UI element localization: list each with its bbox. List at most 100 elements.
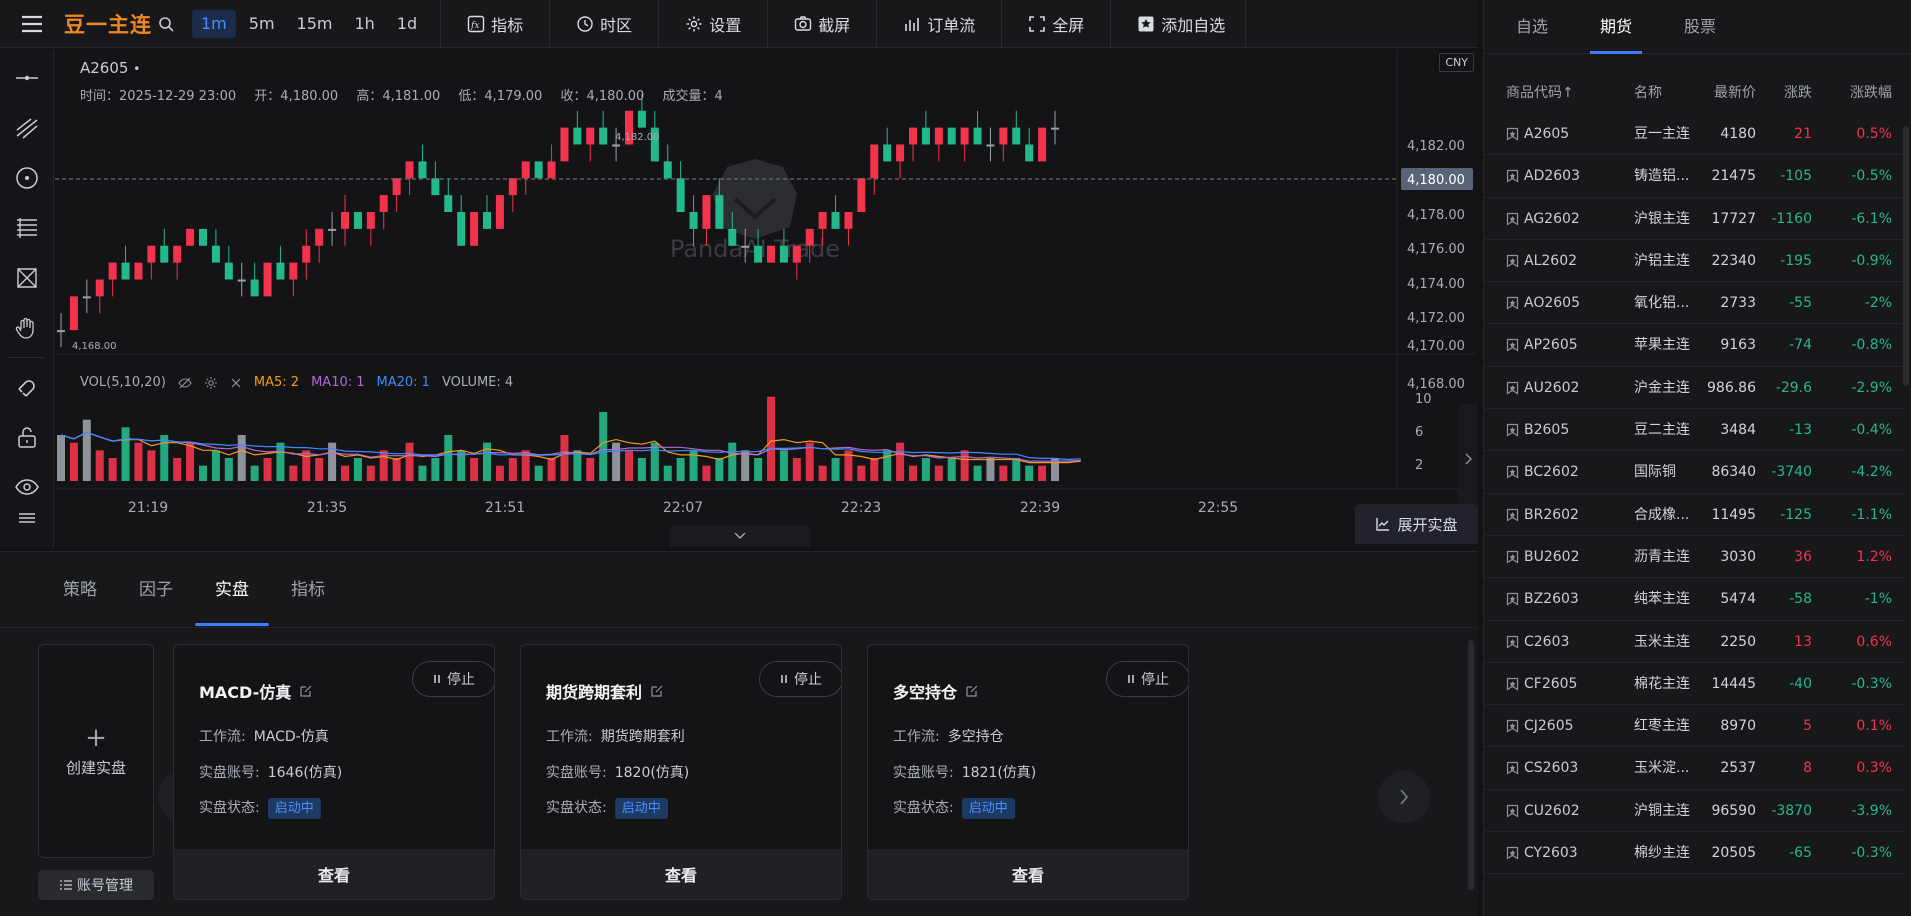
watchlist-row[interactable]: AP2605 苹果主连 9163 -74 -0.8% <box>1484 324 1904 367</box>
view-button[interactable]: 查看 <box>521 849 841 899</box>
bookmark-icon[interactable] <box>1506 550 1519 564</box>
view-button[interactable]: 查看 <box>868 849 1188 899</box>
symbol-title[interactable]: 豆一主连 <box>64 9 152 39</box>
create-live-card[interactable]: + 创建实盘 <box>38 644 154 858</box>
watchlist-row[interactable]: CU2602 沪铜主连 96590 -3870 -3.9% <box>1484 790 1904 833</box>
watchlist-row[interactable]: BR2602 合成橡... 11495 -125 -1.1% <box>1484 494 1904 536</box>
account-management-button[interactable]: 账号管理 <box>38 870 154 900</box>
header-name[interactable]: 名称 <box>1634 82 1662 102</box>
bookmark-icon[interactable] <box>1506 381 1519 395</box>
bookmark-icon[interactable] <box>1506 169 1519 183</box>
collapse-panel-tab[interactable] <box>670 525 810 547</box>
visibility-tool[interactable] <box>0 462 54 512</box>
kline-chart[interactable]: PandaAI Trade 4,182.00 4,178.00 4,176.00… <box>55 49 1478 547</box>
header-pct[interactable]: 涨跌幅 <box>1850 82 1892 102</box>
watchlist-row[interactable]: CS2603 玉米淀... 2537 8 0.3% <box>1484 747 1904 790</box>
watchlist-row[interactable]: AG2602 沪银主连 17727 -1160 -6.1% <box>1484 198 1904 240</box>
horizontal-line-tool[interactable] <box>0 53 54 103</box>
watchlist-row[interactable]: BC2602 国际铜 86340 -3740 -4.2% <box>1484 451 1904 494</box>
period-1h[interactable]: 1h <box>345 10 383 38</box>
edit-icon[interactable] <box>965 684 979 698</box>
row-price: 2733 <box>1720 295 1756 312</box>
candle-body <box>896 144 905 162</box>
edit-icon[interactable] <box>650 684 664 698</box>
period-15m[interactable]: 15m <box>288 10 342 38</box>
period-1m[interactable]: 1m <box>192 9 236 38</box>
period-5m[interactable]: 5m <box>240 10 284 38</box>
header-change[interactable]: 涨跌 <box>1784 82 1812 102</box>
indicator-button[interactable]: fx 指标 <box>441 0 551 48</box>
bookmark-icon[interactable] <box>1506 804 1519 818</box>
bookmark-icon[interactable] <box>1506 719 1519 733</box>
carousel-next-button[interactable] <box>1378 771 1430 823</box>
lock-tool[interactable] <box>0 412 54 462</box>
tab-strategy[interactable]: 策略 <box>63 552 97 628</box>
bookmark-icon[interactable] <box>1506 635 1519 649</box>
header-code[interactable]: 商品代码↑ <box>1506 82 1574 102</box>
bookmark-icon[interactable] <box>1506 592 1519 606</box>
watchlist-row[interactable]: AL2602 沪铝主连 22340 -195 -0.9% <box>1484 240 1904 283</box>
stop-button[interactable]: 停止 <box>412 661 494 697</box>
edit-icon[interactable] <box>299 684 313 698</box>
bookmark-icon[interactable] <box>1506 296 1519 310</box>
close-icon[interactable] <box>230 377 242 389</box>
tab-factor[interactable]: 因子 <box>139 552 173 628</box>
gear-icon[interactable] <box>204 376 218 390</box>
watchlist-row[interactable]: AU2602 沪金主连 986.86 -29.6 -2.9% <box>1484 367 1904 410</box>
watchlist-row[interactable]: CJ2605 红枣主连 8970 5 0.1% <box>1484 705 1904 748</box>
bookmark-icon[interactable] <box>1506 761 1519 776</box>
chart-side-toggle[interactable] <box>1458 404 1478 514</box>
search-icon[interactable] <box>158 16 174 32</box>
watchlist-scrollbar[interactable] <box>1903 126 1909 386</box>
pattern-tool[interactable] <box>0 253 54 303</box>
watchlist-row[interactable]: A2605 豆一主连 4180 21 0.5% <box>1484 113 1904 156</box>
bottom-scrollbar[interactable] <box>1468 640 1474 890</box>
more-tools[interactable] <box>0 512 54 532</box>
watchlist-row[interactable]: AO2605 氧化铝... 2733 -55 -2% <box>1484 282 1904 325</box>
tab-indicator[interactable]: 指标 <box>291 552 325 628</box>
watchlist-row[interactable]: BU2602 沥青主连 3030 36 1.2% <box>1484 536 1904 579</box>
fib-tool[interactable] <box>0 203 54 253</box>
fullscreen-button[interactable]: 全屏 <box>1002 0 1112 48</box>
kline-canvas[interactable]: PandaAI Trade 4,182.00 4,178.00 4,176.00… <box>55 49 1475 547</box>
add-watch-button[interactable]: 添加自选 <box>1111 0 1247 48</box>
stop-button[interactable]: 停止 <box>1106 661 1188 697</box>
watchlist-row[interactable]: C2603 玉米主连 2250 13 0.6% <box>1484 621 1904 663</box>
eye-off-icon[interactable] <box>178 376 192 390</box>
tab-futures[interactable]: 期货 <box>1590 0 1643 54</box>
bookmark-icon[interactable] <box>1506 423 1519 437</box>
header-price[interactable]: 最新价 <box>1714 82 1756 102</box>
orderflow-button[interactable]: 订单流 <box>877 0 1003 48</box>
bookmark-icon[interactable] <box>1506 212 1519 226</box>
trend-line-tool[interactable] <box>0 103 54 153</box>
bookmark-icon[interactable] <box>1506 508 1519 522</box>
tab-favorites[interactable]: 自选 <box>1516 0 1548 54</box>
watchlist-row[interactable]: CF2605 棉花主连 14445 -40 -0.3% <box>1484 663 1904 706</box>
hand-tool[interactable] <box>0 303 54 353</box>
expand-live-button[interactable]: 展开实盘 <box>1355 504 1478 544</box>
watchlist-row[interactable]: B2605 豆二主连 3484 -13 -0.4% <box>1484 409 1904 452</box>
bookmark-icon[interactable] <box>1506 677 1519 691</box>
vol-tick: 6 <box>1415 425 1423 440</box>
menu-button[interactable] <box>0 0 64 48</box>
bookmark-icon[interactable] <box>1506 254 1519 268</box>
watchlist-row[interactable]: AD2603 铸造铝... 21475 -105 -0.5% <box>1484 155 1904 198</box>
circle-tool[interactable] <box>0 153 54 203</box>
tab-live[interactable]: 实盘 <box>195 552 269 628</box>
candle <box>947 127 956 145</box>
settings-button[interactable]: 设置 <box>659 0 769 48</box>
timezone-button[interactable]: 时区 <box>550 0 660 48</box>
bookmark-icon[interactable] <box>1506 338 1519 353</box>
magnet-tool[interactable] <box>0 362 54 412</box>
bookmark-icon[interactable] <box>1506 465 1519 479</box>
watchlist-row[interactable]: CY2603 棉纱主连 20505 -65 -0.3% <box>1484 832 1904 875</box>
tab-stocks[interactable]: 股票 <box>1684 0 1716 54</box>
watchlist-row[interactable]: BZ2603 纯苯主连 5474 -58 -1% <box>1484 578 1904 621</box>
chart-symbol: A2605 • <box>80 59 140 77</box>
bookmark-icon[interactable] <box>1506 846 1519 860</box>
bookmark-icon[interactable] <box>1506 127 1519 141</box>
screenshot-button[interactable]: 截屏 <box>768 0 878 48</box>
view-button[interactable]: 查看 <box>174 849 494 899</box>
period-1d[interactable]: 1d <box>388 10 426 38</box>
stop-button[interactable]: 停止 <box>759 661 841 697</box>
